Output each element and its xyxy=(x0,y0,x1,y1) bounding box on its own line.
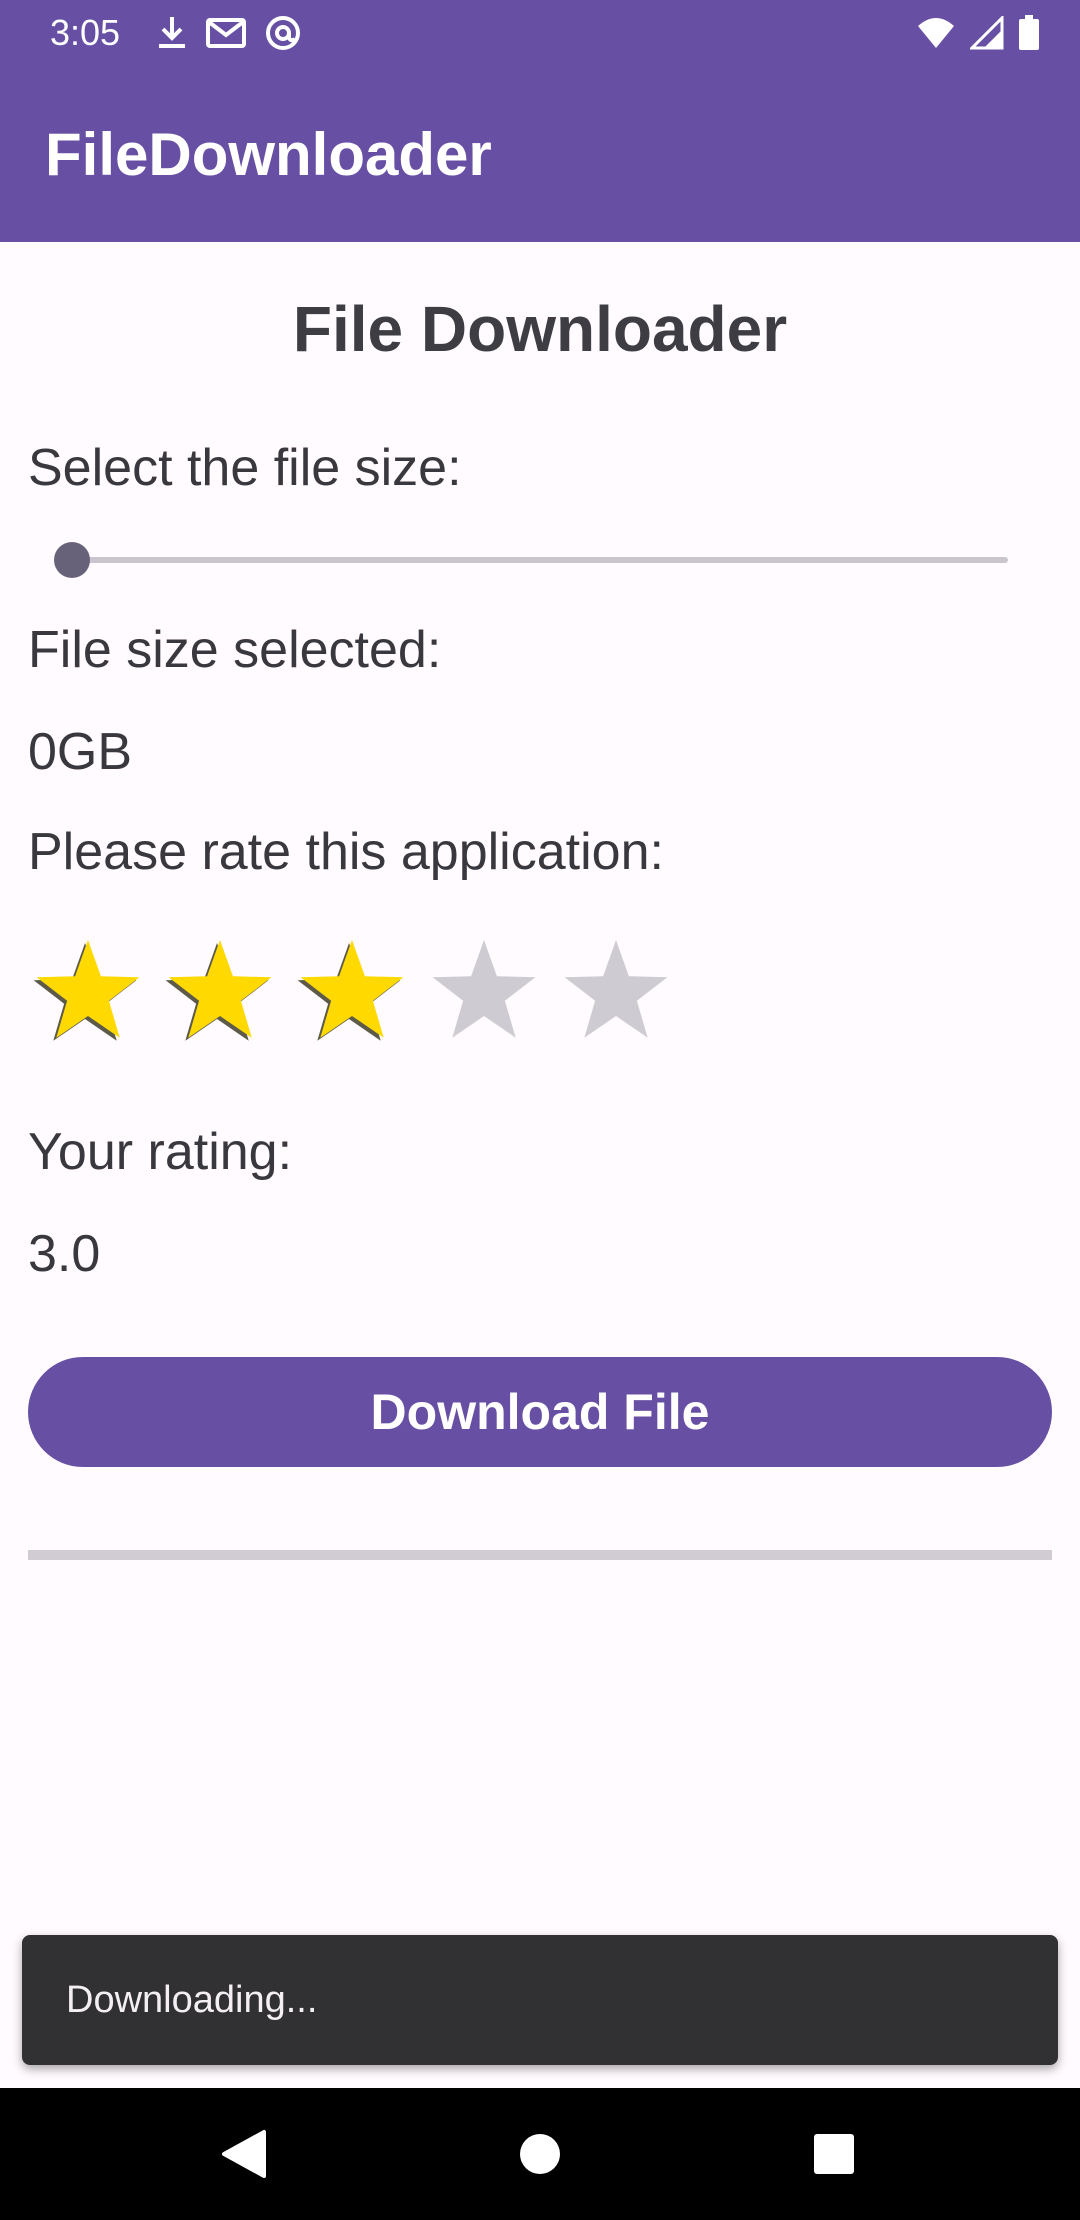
star-empty-icon[interactable] xyxy=(560,934,672,1046)
snackbar: Downloading... xyxy=(22,1935,1058,2065)
status-bar: 3:05 xyxy=(0,0,1080,66)
download-file-button[interactable]: Download File xyxy=(28,1357,1052,1467)
slider-thumb[interactable] xyxy=(54,542,90,578)
recents-icon xyxy=(814,2134,854,2174)
status-icons-right xyxy=(916,12,1040,54)
back-button[interactable] xyxy=(212,2122,276,2186)
status-icons-left xyxy=(156,12,302,54)
snackbar-message: Downloading... xyxy=(66,1979,318,2021)
battery-icon xyxy=(1019,15,1039,50)
screen: 3:05 FileDownloader File Downloader Sele… xyxy=(0,0,1080,2220)
size-selected-label: File size selected: xyxy=(28,621,442,679)
slider-track[interactable] xyxy=(72,557,1008,563)
at-sign-icon xyxy=(266,16,300,50)
page-heading: File Downloader xyxy=(292,293,788,365)
wifi-icon xyxy=(918,18,954,48)
home-button[interactable] xyxy=(508,2122,572,2186)
star-filled-icon[interactable] xyxy=(32,934,144,1046)
app-bar: FileDownloader xyxy=(0,66,1080,242)
your-rating-label: Your rating: xyxy=(28,1123,293,1181)
rating-bar[interactable] xyxy=(32,934,672,1046)
status-time: 3:05 xyxy=(50,12,121,53)
recents-button[interactable] xyxy=(802,2122,866,2186)
signal-icon xyxy=(970,16,1004,50)
app-title: FileDownloader xyxy=(45,121,492,188)
size-value: 0GB xyxy=(28,723,133,781)
file-size-slider[interactable] xyxy=(44,538,1014,582)
select-size-label: Select the file size: xyxy=(28,439,462,497)
system-nav-bar xyxy=(0,2088,1080,2220)
back-icon xyxy=(222,2130,266,2178)
star-empty-icon[interactable] xyxy=(428,934,540,1046)
download-icon xyxy=(159,17,185,48)
gmail-icon xyxy=(206,18,246,48)
download-progress-bar xyxy=(28,1550,1052,1560)
home-icon xyxy=(520,2134,560,2174)
star-filled-icon[interactable] xyxy=(296,934,408,1046)
rating-value: 3.0 xyxy=(28,1225,101,1283)
star-filled-icon[interactable] xyxy=(164,934,276,1046)
rate-label: Please rate this application: xyxy=(28,823,664,881)
